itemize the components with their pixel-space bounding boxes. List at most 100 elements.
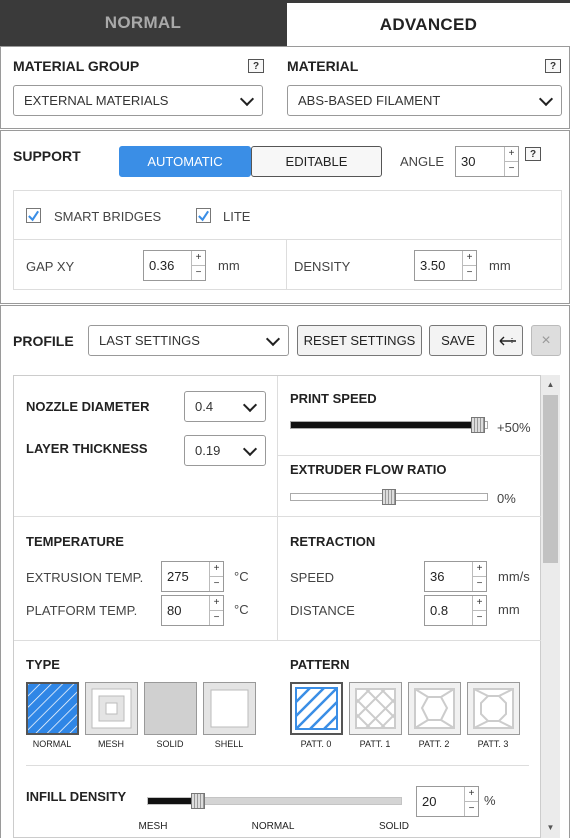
pattern-2-caption: PATT. 2: [418, 739, 450, 749]
type-normal-tile[interactable]: [26, 682, 79, 735]
decrement-icon[interactable]: −: [463, 265, 476, 280]
material-group-select[interactable]: EXTERNAL MATERIALS: [13, 85, 263, 116]
gap-xy-label: GAP XY: [26, 259, 75, 274]
retraction-distance-unit: mm: [498, 602, 520, 617]
retraction-speed-value: 36: [430, 569, 445, 584]
support-editable-button[interactable]: EDITABLE: [251, 146, 382, 177]
decrement-icon[interactable]: −: [473, 576, 486, 591]
increment-icon[interactable]: +: [473, 596, 486, 610]
platform-temp-input[interactable]: 80 + −: [161, 595, 224, 626]
scroll-down-icon[interactable]: ▼: [541, 818, 560, 836]
extrusion-temp-stepper[interactable]: + −: [209, 562, 223, 591]
material-select[interactable]: ABS-BASED FILAMENT: [287, 85, 562, 116]
material-group-label: MATERIAL GROUP: [13, 58, 140, 74]
chevron-down-icon: [242, 397, 258, 412]
temperature-label: TEMPERATURE: [26, 534, 124, 549]
increment-icon[interactable]: +: [505, 147, 518, 161]
retraction-speed-input[interactable]: 36 + −: [424, 561, 487, 592]
infill-density-stepper[interactable]: + −: [464, 787, 478, 816]
pattern-grid-icon: [355, 688, 396, 729]
checkmark-icon: [28, 210, 39, 221]
increment-icon[interactable]: +: [473, 562, 486, 576]
scale-label-normal: NORMAL: [251, 821, 295, 832]
infill-density-handle[interactable]: [191, 793, 205, 809]
pattern-1-tile[interactable]: [349, 682, 402, 735]
increment-icon[interactable]: +: [210, 562, 223, 576]
platform-temp-unit: °C: [234, 602, 249, 617]
pattern-2-tile[interactable]: [408, 682, 461, 735]
extruder-flow-handle[interactable]: [382, 489, 396, 505]
profile-select[interactable]: LAST SETTINGS: [88, 325, 289, 356]
scroll-up-icon[interactable]: ▲: [541, 375, 560, 393]
divider: [26, 765, 529, 766]
gap-xy-input[interactable]: 0.36 + −: [143, 250, 206, 281]
retraction-speed-label: SPEED: [290, 570, 335, 585]
chevron-down-icon: [239, 91, 255, 106]
extrusion-temp-input[interactable]: 275 + −: [161, 561, 224, 592]
retraction-label: RETRACTION: [290, 534, 376, 549]
type-mesh-caption: MESH: [97, 739, 124, 749]
infill-density-label: INFILL DENSITY: [26, 789, 127, 804]
export-button[interactable]: [493, 325, 523, 356]
lite-checkbox[interactable]: [196, 208, 211, 223]
smart-bridges-checkbox[interactable]: [26, 208, 41, 223]
divider: [278, 455, 541, 456]
material-label: MATERIAL: [287, 58, 359, 74]
tab-normal[interactable]: NORMAL: [0, 0, 286, 46]
increment-icon[interactable]: +: [463, 251, 476, 265]
type-mesh-tile[interactable]: [85, 682, 138, 735]
pattern-label: PATTERN: [290, 657, 350, 672]
retraction-speed-stepper[interactable]: + −: [472, 562, 486, 591]
gap-xy-stepper[interactable]: + −: [191, 251, 205, 280]
decrement-icon[interactable]: −: [192, 265, 205, 280]
decrement-icon[interactable]: −: [505, 161, 518, 176]
angle-value: 30: [461, 154, 476, 169]
decrement-icon[interactable]: −: [210, 576, 223, 591]
scrollbar[interactable]: ▲ ▼: [541, 375, 560, 838]
density-input[interactable]: 3.50 + −: [414, 250, 477, 281]
print-speed-slider[interactable]: [290, 421, 488, 429]
save-button[interactable]: SAVE: [429, 325, 487, 356]
platform-temp-stepper[interactable]: + −: [209, 596, 223, 625]
pattern-diagonal-icon: [295, 687, 338, 730]
density-label: DENSITY: [294, 259, 351, 274]
pattern-0-tile[interactable]: [290, 682, 343, 735]
increment-icon[interactable]: +: [192, 251, 205, 265]
angle-help-icon[interactable]: ?: [525, 147, 541, 161]
support-automatic-button[interactable]: AUTOMATIC: [119, 146, 251, 177]
extrusion-temp-label: EXTRUSION TEMP.: [26, 570, 144, 585]
layer-thickness-select[interactable]: 0.19: [184, 435, 266, 466]
scrollbar-thumb[interactable]: [543, 395, 558, 563]
pattern-3-tile[interactable]: [467, 682, 520, 735]
increment-icon[interactable]: +: [465, 787, 478, 801]
decrement-icon[interactable]: −: [465, 801, 478, 816]
reset-settings-button[interactable]: RESET SETTINGS: [297, 325, 422, 356]
angle-input[interactable]: 30 + −: [455, 146, 519, 177]
infill-density-input[interactable]: 20 + −: [416, 786, 479, 817]
type-shell-tile[interactable]: [203, 682, 256, 735]
angle-stepper[interactable]: + −: [504, 147, 518, 176]
pattern-hex-icon: [414, 688, 455, 729]
delete-profile-button[interactable]: ×: [531, 325, 561, 356]
material-group-help-icon[interactable]: ?: [248, 59, 264, 73]
type-normal-caption: NORMAL: [32, 739, 72, 749]
print-speed-handle[interactable]: [471, 417, 486, 433]
nozzle-diameter-select[interactable]: 0.4: [184, 391, 266, 422]
tab-advanced[interactable]: ADVANCED: [287, 3, 570, 46]
type-solid-tile[interactable]: [144, 682, 197, 735]
decrement-icon[interactable]: −: [210, 610, 223, 625]
retraction-distance-input[interactable]: 0.8 + −: [424, 595, 487, 626]
print-speed-fill: [291, 422, 480, 428]
infill-mesh-icon: [91, 688, 132, 729]
type-label: TYPE: [26, 657, 60, 672]
material-help-icon[interactable]: ?: [545, 59, 561, 73]
increment-icon[interactable]: +: [210, 596, 223, 610]
decrement-icon[interactable]: −: [473, 610, 486, 625]
density-stepper[interactable]: + −: [462, 251, 476, 280]
support-label: SUPPORT: [13, 148, 81, 164]
nozzle-diameter-label: NOZZLE DIAMETER: [26, 399, 150, 414]
retraction-distance-stepper[interactable]: + −: [472, 596, 486, 625]
infill-density-slider[interactable]: [147, 797, 402, 805]
scale-label-mesh: MESH: [138, 821, 168, 832]
chevron-down-icon: [242, 441, 258, 456]
